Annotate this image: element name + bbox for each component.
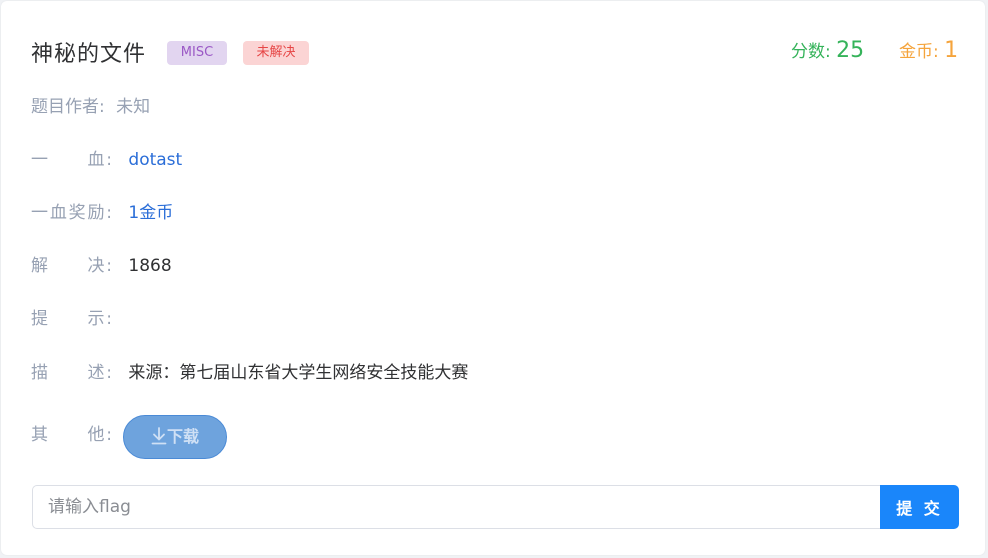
download-label: 下载 [166,429,199,446]
download-arrow-icon [151,427,167,445]
download-button[interactable]: 下载 [123,415,227,459]
coins-display: 金币: 1 [899,37,958,63]
score-value: 25 [836,38,865,63]
first-blood-reward-row: 一血奖励: 1金币 [31,201,173,225]
coins-label: 金币: [899,42,939,62]
author-label: 题目作者: [31,97,105,117]
first-blood-label: 一 血: [31,150,112,170]
hint-row: 提 示: [31,307,128,331]
first-blood-row: 一 血: dotast [31,148,182,172]
first-blood-reward-value: 1金币 [128,203,174,223]
score-label: 分数: [791,42,831,62]
solves-row: 解 决: 1868 [31,254,172,278]
other-row: 其 他: [31,423,112,447]
author-row: 题目作者: 未知 [31,95,150,119]
first-blood-user-link[interactable]: dotast [128,148,182,172]
description-value: 来源：第七届山东省大学生网络安全技能大赛 [128,363,469,383]
other-label: 其 他: [31,425,112,445]
hint-label: 提 示: [31,309,112,329]
score-display: 分数: 25 [791,37,864,63]
description-row: 描 述: 来源：第七届山东省大学生网络安全技能大赛 [31,361,468,385]
first-blood-reward-label: 一血奖励: [31,203,112,223]
challenge-title: 神秘的文件 [31,42,147,67]
flag-input[interactable] [32,485,881,529]
solves-value: 1868 [128,256,172,276]
status-tag: 未解决 [243,41,309,65]
description-label: 描 述: [31,363,112,383]
category-tag: MISC [167,41,227,65]
solves-label: 解 决: [31,256,112,276]
coins-value: 1 [944,38,959,63]
challenge-card: 神秘的文件 MISC 未解决 分数: 25 金币: 1 题目作者: 未知 一 血… [1,1,985,555]
submit-button[interactable]: 提 交 [880,485,959,529]
author-value: 未知 [116,97,151,117]
